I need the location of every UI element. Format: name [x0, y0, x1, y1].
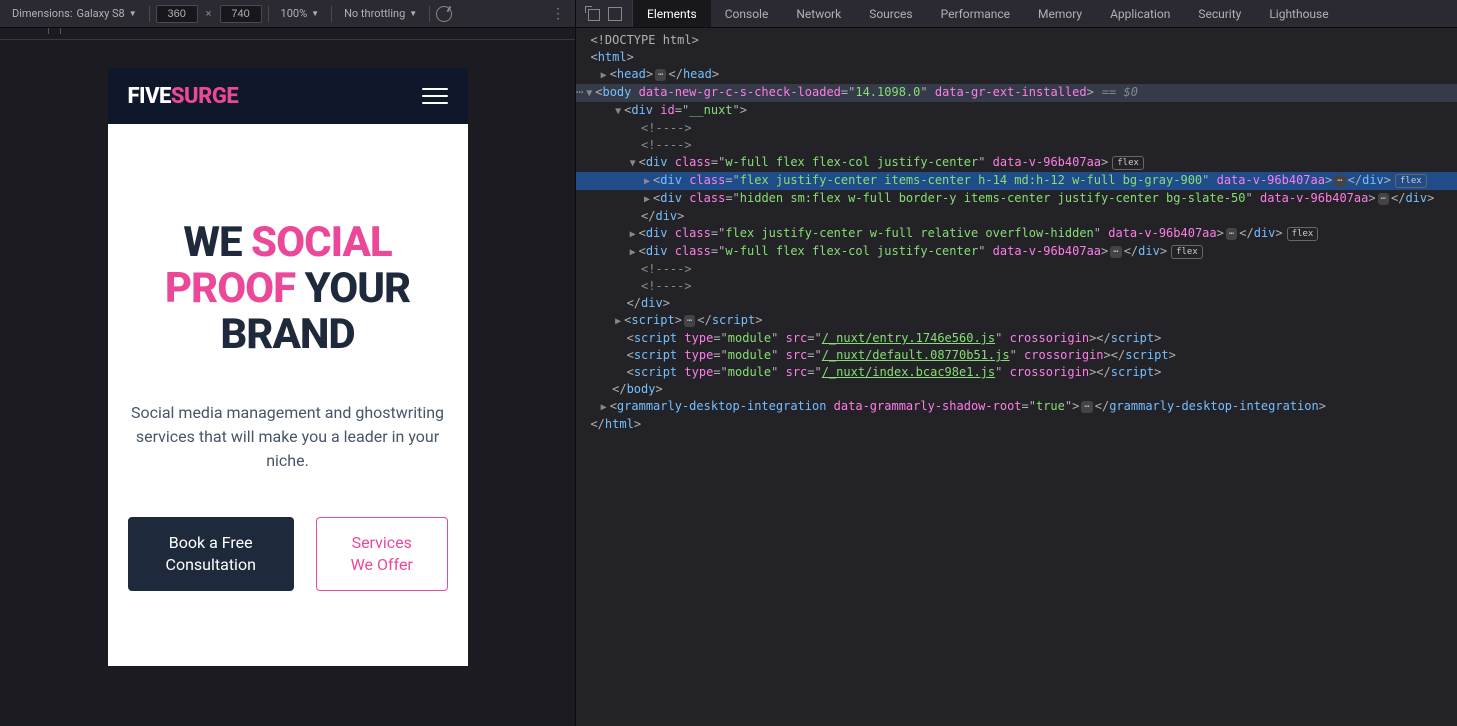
dom-node[interactable]: <script type="module" src="/_nuxt/entry.…: [576, 330, 1457, 347]
dom-node[interactable]: <!---->: [576, 120, 1457, 137]
site-header: FIVESURGE: [108, 68, 468, 124]
ruler: [0, 28, 575, 40]
dom-tree[interactable]: <!DOCTYPE html> <html> ▶<head>⋯</head> ⋯…: [576, 28, 1457, 726]
dom-node[interactable]: ▶<head>⋯</head>: [576, 66, 1457, 84]
height-input[interactable]: [220, 5, 262, 23]
rotate-icon[interactable]: [436, 6, 452, 22]
devtools-tabs: Elements Console Network Sources Perform…: [576, 0, 1457, 28]
dom-node[interactable]: <!---->: [576, 137, 1457, 154]
throttling-dropdown[interactable]: No throttling ▼: [338, 5, 423, 22]
tab-security[interactable]: Security: [1184, 0, 1255, 27]
dom-node-selected[interactable]: ⋯▼<body data-new-gr-c-s-check-loaded="14…: [576, 84, 1457, 102]
site-body: WE SOCIAL PROOF YOUR BRAND Social media …: [108, 124, 468, 666]
hero-buttons: Book a Free Consultation Services We Off…: [128, 517, 448, 592]
dom-node[interactable]: <!DOCTYPE html>: [576, 32, 1457, 49]
device-frame: FIVESURGE WE SOCIAL PROOF YOUR BRAND Soc…: [108, 68, 468, 666]
tab-elements[interactable]: Elements: [633, 0, 711, 27]
device-toolbar: Dimensions: Galaxy S8 ▼ × 100% ▼ No thro…: [0, 0, 575, 28]
device-emulation-panel: Dimensions: Galaxy S8 ▼ × 100% ▼ No thro…: [0, 0, 575, 726]
chevron-down-icon: ▼: [311, 9, 319, 18]
site-logo[interactable]: FIVESURGE: [128, 84, 239, 109]
dom-node[interactable]: </div>: [576, 295, 1457, 312]
dom-node[interactable]: <script type="module" src="/_nuxt/index.…: [576, 364, 1457, 381]
tab-sources[interactable]: Sources: [855, 0, 926, 27]
zoom-dropdown[interactable]: 100% ▼: [275, 5, 326, 22]
dom-node[interactable]: ▶<div class="flex justify-center w-full …: [576, 225, 1457, 243]
dom-node[interactable]: ▶<script>⋯</script>: [576, 312, 1457, 330]
chevron-down-icon: ▼: [409, 9, 417, 18]
dom-node[interactable]: <script type="module" src="/_nuxt/defaul…: [576, 347, 1457, 364]
dom-node[interactable]: <html>: [576, 49, 1457, 66]
dom-node-highlighted[interactable]: ▶<div class="flex justify-center items-c…: [576, 172, 1457, 190]
dom-node[interactable]: ▼<div id="__nuxt">: [576, 102, 1457, 120]
tab-memory[interactable]: Memory: [1024, 0, 1096, 27]
tab-application[interactable]: Application: [1096, 0, 1184, 27]
dimension-separator: ×: [202, 7, 216, 20]
device-name: Galaxy S8: [77, 7, 125, 20]
dom-node[interactable]: ▼<div class="w-full flex flex-col justif…: [576, 154, 1457, 172]
dom-node[interactable]: <!---->: [576, 278, 1457, 295]
dimensions-label: Dimensions:: [12, 7, 73, 20]
devtools-panel: Elements Console Network Sources Perform…: [575, 0, 1457, 726]
dom-node[interactable]: </html>: [576, 416, 1457, 433]
dom-node[interactable]: ▶<div class="hidden sm:flex w-full borde…: [576, 190, 1457, 208]
dom-node[interactable]: <!---->: [576, 261, 1457, 278]
device-toggle-icon[interactable]: [608, 7, 622, 21]
book-consultation-button[interactable]: Book a Free Consultation: [128, 517, 294, 592]
hero-title: WE SOCIAL PROOF YOUR BRAND: [128, 220, 448, 359]
width-input[interactable]: [156, 5, 198, 23]
more-options-icon[interactable]: ⋮: [545, 6, 569, 22]
services-button[interactable]: Services We Offer: [316, 517, 448, 592]
chevron-down-icon: ▼: [129, 9, 137, 18]
hamburger-menu-icon[interactable]: [422, 88, 448, 104]
dom-node[interactable]: ▶<div class="w-full flex flex-col justif…: [576, 243, 1457, 261]
device-viewport: FIVESURGE WE SOCIAL PROOF YOUR BRAND Soc…: [0, 40, 575, 726]
dom-node[interactable]: </div>: [576, 208, 1457, 225]
tab-performance[interactable]: Performance: [927, 0, 1024, 27]
dom-node[interactable]: </body>: [576, 381, 1457, 398]
device-dimensions-dropdown[interactable]: Dimensions: Galaxy S8 ▼: [6, 5, 143, 22]
tab-lighthouse[interactable]: Lighthouse: [1255, 0, 1342, 27]
tab-network[interactable]: Network: [782, 0, 855, 27]
dom-node[interactable]: ▶<grammarly-desktop-integration data-gra…: [576, 398, 1457, 416]
tab-console[interactable]: Console: [711, 0, 783, 27]
hero-subtitle: Social media management and ghostwriting…: [128, 401, 448, 473]
inspect-element-icon[interactable]: [586, 7, 600, 21]
